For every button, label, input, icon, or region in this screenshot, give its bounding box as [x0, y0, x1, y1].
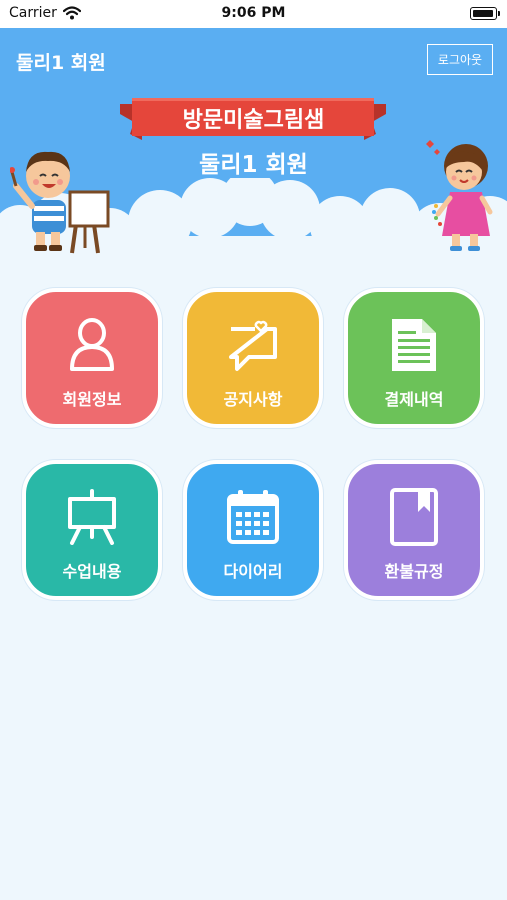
diary-button[interactable]: 다이어리 [183, 460, 323, 600]
easel-icon [64, 488, 120, 546]
tile-label: 회원정보 [62, 390, 122, 409]
person-icon [64, 316, 120, 374]
tile-label: 결제내역 [384, 390, 444, 409]
class-content-button[interactable]: 수업내용 [22, 460, 162, 600]
member-info-button[interactable]: 회원정보 [22, 288, 162, 428]
status-time: 9:06 PM [221, 5, 286, 21]
status-bar: Carrier 9:06 PM [0, 0, 507, 28]
logout-button[interactable]: 로그아웃 [427, 44, 493, 75]
header: 둘리1 회원 로그아웃 방문미술그림샘 둘리1 회원 [0, 28, 507, 268]
calendar-icon [225, 488, 281, 546]
tile-label: 환불규정 [384, 562, 444, 581]
tile-label: 공지사항 [223, 390, 283, 409]
book-icon [386, 488, 442, 546]
refund-policy-button[interactable]: 환불규정 [344, 460, 484, 600]
battery-icon [470, 7, 500, 20]
banner-title: 방문미술그림샘 [182, 108, 325, 133]
speech-bubble-heart-icon [225, 316, 281, 374]
header-title: 둘리1 회원 [16, 52, 106, 74]
document-icon [386, 316, 442, 374]
tile-label: 다이어리 [223, 562, 283, 581]
tile-label: 수업내용 [62, 562, 122, 581]
notice-button[interactable]: 공지사항 [183, 288, 323, 428]
banner-subtitle: 둘리1 회원 [199, 152, 308, 178]
payment-history-button[interactable]: 결제내역 [344, 288, 484, 428]
